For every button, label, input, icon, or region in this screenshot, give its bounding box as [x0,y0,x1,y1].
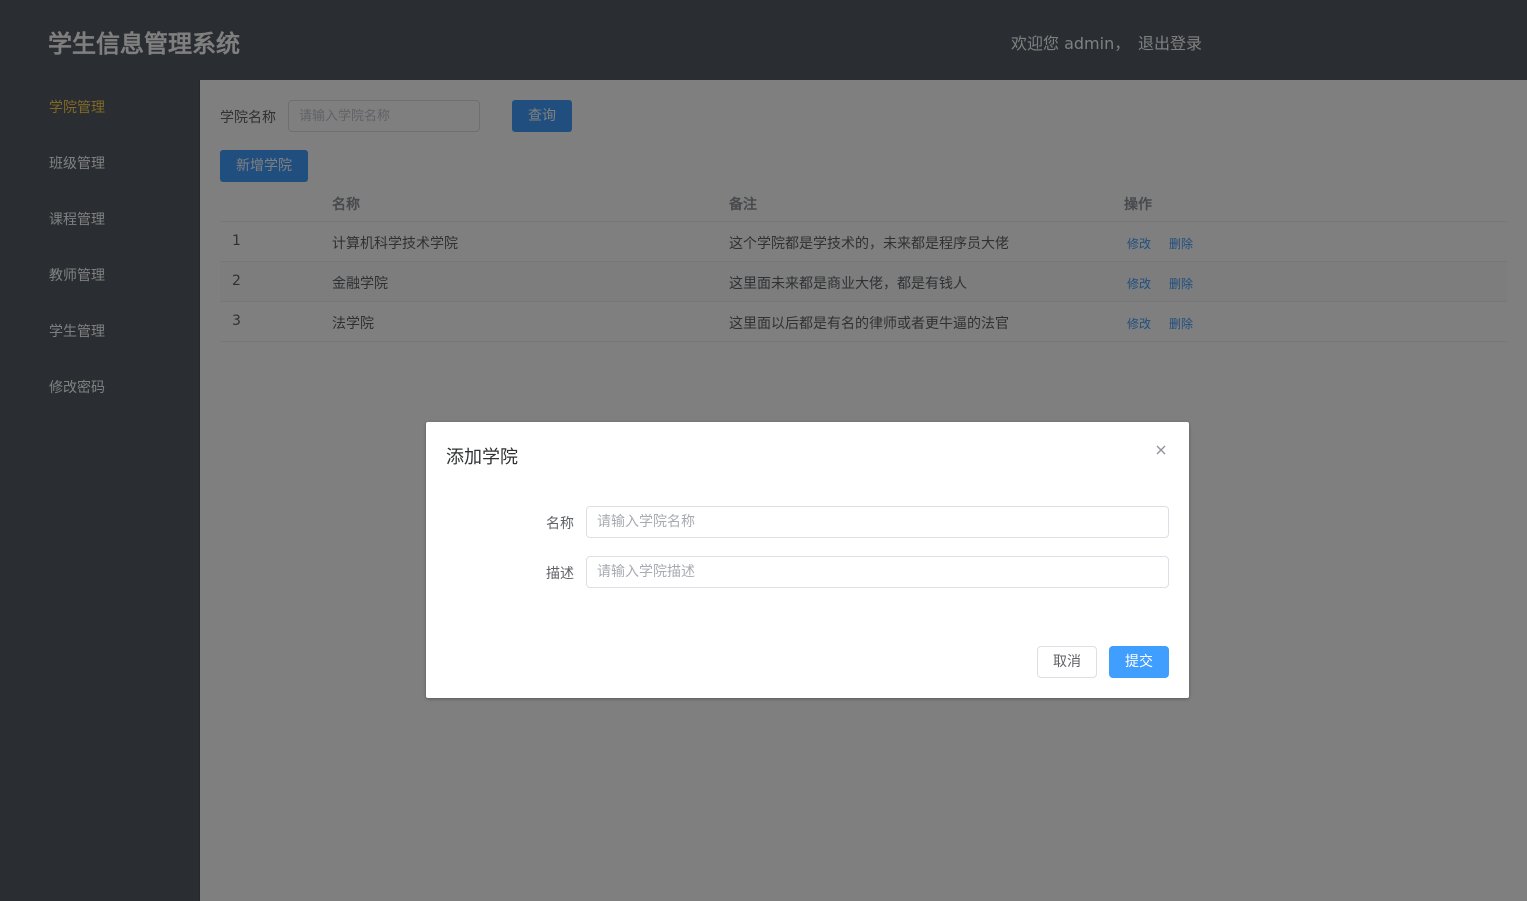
submit-button[interactable]: 提交 [1109,646,1169,678]
close-icon[interactable] [1153,442,1169,458]
desc-field-label: 描述 [546,566,574,582]
name-field-label: 名称 [546,516,574,532]
college-name-field[interactable] [586,506,1169,538]
add-college-dialog: 添加学院 名称 描述 取消 提交 [426,422,1189,698]
dialog-title: 添加学院 [446,447,518,468]
college-desc-field[interactable] [586,556,1169,588]
cancel-button[interactable]: 取消 [1037,646,1097,678]
